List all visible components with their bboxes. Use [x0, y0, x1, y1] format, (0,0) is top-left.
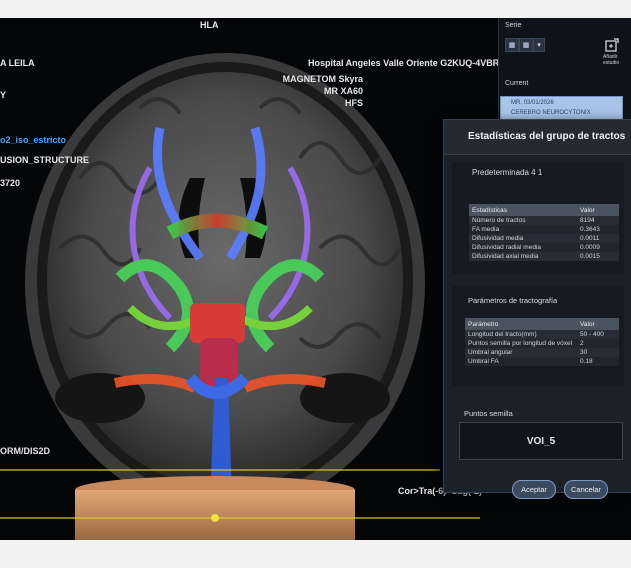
table-row: FA media 0.3643: [469, 225, 619, 234]
param-name: Longitud del tracto(mm): [465, 330, 577, 339]
stat-value: 0.0009: [577, 243, 619, 252]
stat-name: Difusividad axial media: [469, 252, 577, 261]
table-row: Umbral FA 0.18: [465, 357, 619, 366]
table-row: Difusividad media 0.0011: [469, 234, 619, 243]
grid-icon[interactable]: ▦: [505, 38, 519, 52]
grid-icon[interactable]: ▦: [519, 38, 533, 52]
param-name: Puntos semilla por longitud de vóxel: [465, 339, 577, 348]
current-item-date: MR, 03/01/2026: [511, 100, 554, 106]
brain-tractography-image: [0, 53, 480, 540]
cancel-button[interactable]: Cancelar: [564, 480, 608, 499]
accept-button[interactable]: Aceptar: [512, 480, 556, 499]
number-label: 3720: [0, 178, 21, 188]
side-letter: Y: [0, 90, 7, 100]
stat-name: Difusividad media: [469, 234, 577, 243]
table-row: Difusividad axial media 0.0015: [469, 252, 619, 261]
table-row: Difusividad radial media 0.0009: [469, 243, 619, 252]
stat-value: 0.3643: [577, 225, 619, 234]
stat-name: Número de tractos: [469, 216, 577, 225]
form-label: ORM/DIS2D: [0, 446, 51, 456]
serie-label: Serie: [505, 22, 522, 29]
preset-label: Predeterminada 4 1: [472, 168, 543, 177]
table-row: Puntos semilla por longitud de vóxel 2: [465, 339, 619, 348]
stat-value: 0.0015: [577, 252, 619, 261]
orientation-top-label: HLA: [200, 20, 219, 30]
dropdown-icon[interactable]: ▾: [533, 38, 545, 52]
tractography-params-table: Parámetro Valor Longitud del tracto(mm) 5…: [465, 318, 619, 366]
stats-header-name: Estadísticas: [469, 204, 577, 216]
patient-position: HFS: [345, 98, 363, 108]
param-name: Umbral angular: [465, 348, 577, 357]
params-header-value: Valor: [577, 318, 619, 330]
stat-name: FA media: [469, 225, 577, 234]
stat-name: Difusividad radial media: [469, 243, 577, 252]
param-value: 30: [577, 348, 619, 357]
current-item-desc: CEREBRO NEUROCYTONIX: [511, 110, 591, 116]
param-value: 2: [577, 339, 619, 348]
series-link[interactable]: o2_iso_estricto: [0, 135, 66, 145]
seed-points-label: Puntos semilla: [464, 409, 513, 418]
stats-header-value: Valor: [577, 204, 619, 216]
table-row: Longitud del tracto(mm) 50 - 400: [465, 330, 619, 339]
scanner-model: MAGNETOM Skyra: [282, 74, 363, 84]
seed-voi-field[interactable]: VOI_5: [459, 422, 623, 460]
params-header-name: Parámetro: [465, 318, 577, 330]
dialog-title: Estadísticas del grupo de tractos: [468, 131, 626, 142]
current-label: Current: [505, 80, 529, 87]
add-study-icon[interactable]: [605, 38, 619, 52]
mri-viewport[interactable]: HLA A LEILA Y o2_iso_estricto USION_STRU…: [0, 18, 506, 540]
hospital-name: Hospital Angeles Valle Oriente G2KUQ-4VB…: [308, 58, 506, 68]
add-study-line2: estudio: [603, 60, 620, 66]
screen: HLA A LEILA Y o2_iso_estricto USION_STRU…: [0, 18, 631, 540]
param-value: 50 - 400: [577, 330, 619, 339]
sequence-label: MR XA60: [323, 86, 363, 96]
dialog-title-bar: Estadísticas del grupo de tractos: [444, 120, 631, 155]
params-label: Parámetros de tractografía: [468, 296, 558, 305]
stat-value: 8194: [577, 216, 619, 225]
patient-name: A LEILA: [0, 58, 35, 68]
stat-value: 0.0011: [577, 234, 619, 243]
table-row: Número de tractos 8194: [469, 216, 619, 225]
table-row: Umbral angular 30: [465, 348, 619, 357]
param-value: 0.18: [577, 357, 619, 366]
statistics-table: Estadísticas Valor Número de tractos 8194…: [469, 204, 619, 261]
param-name: Umbral FA: [465, 357, 577, 366]
fusion-structure-label: USION_STRUCTURE: [0, 155, 90, 165]
